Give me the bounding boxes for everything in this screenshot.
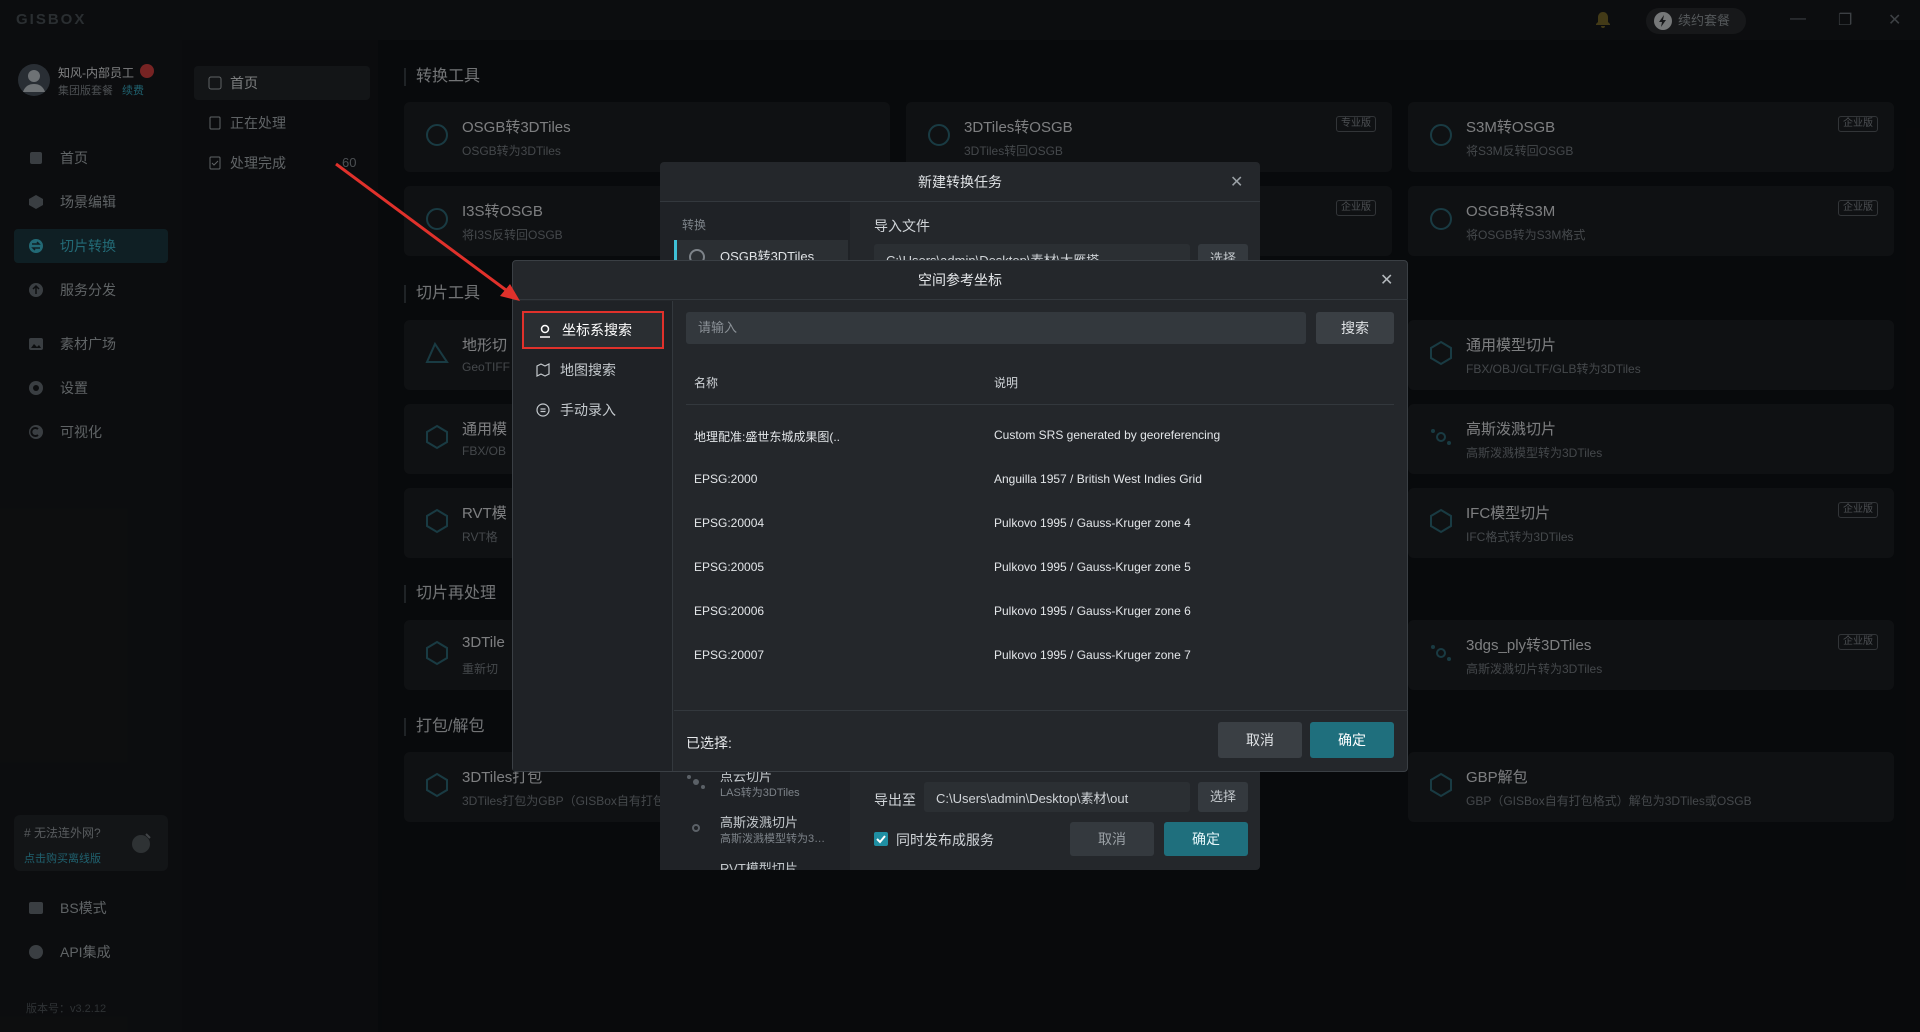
tab-label: 手动录入 (560, 402, 616, 418)
import-label: 导入文件 (874, 218, 930, 234)
gaussian-icon (686, 818, 706, 838)
export-select-button[interactable]: 选择 (1198, 782, 1248, 812)
list-item[interactable]: RVT模型切片 (676, 856, 846, 870)
dialog-title: 新建转换任务 (660, 162, 1260, 202)
publish-checkbox[interactable] (874, 832, 888, 846)
export-label: 导出至 (874, 792, 916, 808)
dialog-title: 空间参考坐标 (512, 260, 1408, 300)
srs-search-button[interactable]: 搜索 (1316, 312, 1394, 344)
footer-divider (674, 710, 1408, 711)
close-icon[interactable]: ✕ (1230, 172, 1243, 192)
table-row[interactable]: EPSG:2000 Anguilla 1957 / British West I… (686, 458, 1394, 502)
annotation-arrow-icon (335, 162, 520, 301)
table-row[interactable]: EPSG:20006 Pulkovo 1995 / Gauss-Kruger z… (686, 590, 1394, 634)
close-icon[interactable]: ✕ (1380, 270, 1393, 290)
srs-search-input[interactable]: 请输入 (686, 312, 1306, 344)
publish-label: 同时发布成服务 (896, 832, 994, 848)
table-row[interactable]: EPSG:20007 Pulkovo 1995 / Gauss-Kruger z… (686, 634, 1394, 678)
list-item[interactable]: 高斯泼溅切片 高斯泼溅模型转为3… (676, 810, 846, 854)
point-cloud-icon (686, 772, 706, 792)
task-ok-button[interactable]: 确定 (1164, 822, 1248, 856)
srs-cancel-button[interactable]: 取消 (1218, 722, 1302, 758)
edit-circle-icon (536, 403, 550, 417)
table-row[interactable]: 地理配准:盛世东城成果图(.. Custom SRS generated by … (686, 414, 1394, 458)
convert-label: 转换 (682, 218, 707, 232)
srs-ok-button[interactable]: 确定 (1310, 722, 1394, 758)
table-row[interactable]: EPSG:20005 Pulkovo 1995 / Gauss-Kruger z… (686, 546, 1394, 590)
tab-srs-search[interactable]: 坐标系搜索 (522, 311, 664, 349)
tab-manual-input[interactable]: 手动录入 (522, 392, 664, 428)
header-divider (686, 404, 1394, 405)
selected-label: 已选择: (686, 735, 732, 751)
column-header-name: 名称 (694, 376, 719, 390)
tab-map-search[interactable]: 地图搜索 (522, 352, 664, 388)
task-cancel-button[interactable]: 取消 (1070, 822, 1154, 856)
column-header-desc: 说明 (994, 376, 1019, 390)
tab-label: 地图搜索 (560, 362, 616, 378)
tab-label: 坐标系搜索 (562, 322, 632, 338)
export-path-input[interactable]: C:\Users\admin\Desktop\素材\out (924, 782, 1190, 812)
table-row[interactable]: EPSG:20004 Pulkovo 1995 / Gauss-Kruger z… (686, 502, 1394, 546)
map-icon (536, 363, 550, 377)
location-pin-icon (538, 324, 552, 338)
